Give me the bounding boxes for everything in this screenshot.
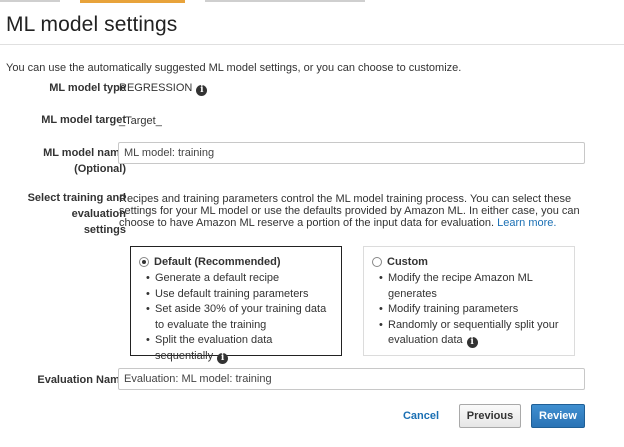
default-option-list: Generate a default recipe Use default tr… xyxy=(139,271,331,364)
default-radio[interactable] xyxy=(139,257,149,267)
cancel-button[interactable]: Cancel xyxy=(397,404,445,428)
default-option-header[interactable]: Default (Recommended) xyxy=(139,256,331,268)
list-item: Use default training parameters xyxy=(146,287,331,303)
list-item: Set aside 30% of your training data to e… xyxy=(146,302,331,333)
wizard-progress-bar xyxy=(0,0,624,4)
model-type-value-row: REGRESSION i xyxy=(119,82,208,96)
model-type-label: ML model type xyxy=(49,82,126,94)
training-settings-label: Select training and evaluation settings xyxy=(28,190,126,238)
model-name-optional-note: (Optional) xyxy=(74,163,126,175)
training-label-line: Select training and xyxy=(27,192,126,204)
review-button[interactable]: Review xyxy=(531,404,585,428)
list-item: Split the evaluation data sequentiallyi xyxy=(146,333,331,364)
intro-text: You can use the automatically suggested … xyxy=(6,62,462,74)
model-name-label: ML model name (Optional) xyxy=(43,145,126,177)
custom-radio[interactable] xyxy=(372,257,382,267)
list-item: Modify the recipe Amazon ML generates xyxy=(379,271,564,302)
model-name-label-text: ML model name xyxy=(43,147,126,159)
progress-step xyxy=(0,0,60,2)
action-buttons: Cancel Previous Review xyxy=(0,404,624,428)
training-description: Recipes and training parameters control … xyxy=(119,193,599,229)
list-item: Randomly or sequentially split your eval… xyxy=(379,318,564,349)
list-item: Modify training parameters xyxy=(379,302,564,318)
custom-option-title: Custom xyxy=(387,256,428,268)
previous-button[interactable]: Previous xyxy=(459,404,521,428)
progress-step xyxy=(205,0,365,2)
evaluation-name-input[interactable] xyxy=(118,368,585,390)
list-item: Generate a default recipe xyxy=(146,271,331,287)
info-icon[interactable]: i xyxy=(217,352,229,364)
training-label-line: evaluation xyxy=(71,208,126,220)
info-icon[interactable]: i xyxy=(196,85,208,96)
custom-option-card[interactable]: Custom Modify the recipe Amazon ML gener… xyxy=(363,246,575,356)
learn-more-link[interactable]: Learn more. xyxy=(497,217,556,229)
progress-step-active xyxy=(80,0,185,3)
model-name-input[interactable] xyxy=(118,142,585,164)
model-type-value: REGRESSION xyxy=(119,82,193,94)
page-title: ML model settings xyxy=(6,13,178,36)
default-option-card[interactable]: Default (Recommended) Generate a default… xyxy=(130,246,342,364)
evaluation-name-label: Evaluation Name xyxy=(37,374,126,386)
training-label-line: settings xyxy=(83,224,126,236)
list-item-text: Split the evaluation data sequentially xyxy=(155,334,273,362)
custom-option-header[interactable]: Custom xyxy=(372,256,564,268)
model-target-value: _Target_ xyxy=(119,115,162,127)
info-icon[interactable]: i xyxy=(466,337,478,348)
default-option-title: Default (Recommended) xyxy=(154,256,281,268)
model-target-label: ML model target xyxy=(41,114,126,126)
custom-option-list: Modify the recipe Amazon ML generates Mo… xyxy=(372,271,564,349)
title-divider xyxy=(0,44,624,45)
